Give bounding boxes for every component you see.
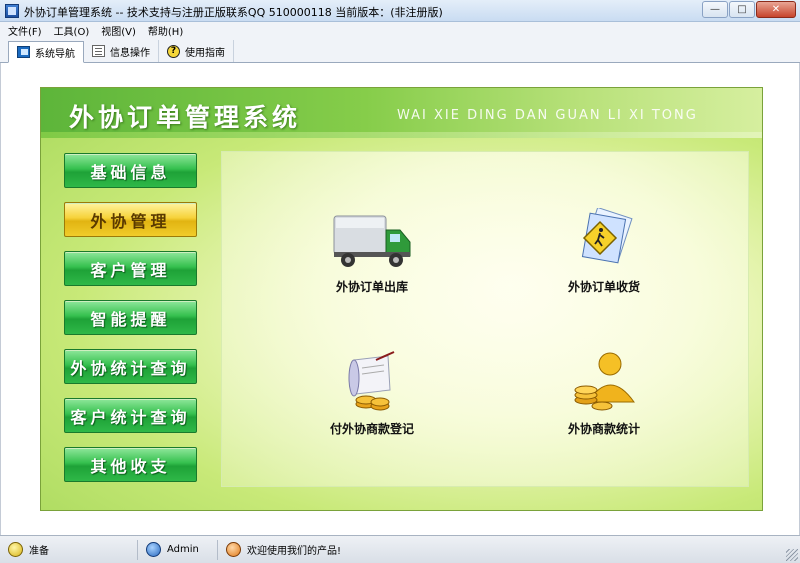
menu-file[interactable]: 文件(F) [8, 23, 42, 38]
menu-view[interactable]: 视图(V) [101, 23, 136, 38]
status-bar: 准备 Admin 欢迎使用我们的产品! [0, 535, 800, 563]
menu-tools[interactable]: 工具(O) [54, 23, 90, 38]
tab-user-guide[interactable]: ? 使用指南 [159, 40, 234, 62]
panel-header: 外协订单管理系统 WAI XIE DING DAN GUAN LI XI TON… [41, 88, 762, 138]
status-user: Admin [138, 539, 218, 560]
ready-icon [8, 542, 23, 557]
status-ready: 准备 [0, 539, 138, 560]
welcome-icon [226, 542, 241, 557]
tab-strip: 系统导航 信息操作 ? 使用指南 [0, 39, 800, 63]
tab-label: 使用指南 [185, 47, 225, 59]
nav-customer-mgmt-button[interactable]: 客户管理 [64, 251, 197, 286]
user-icon [146, 542, 161, 557]
system-pinyin: WAI XIE DING DAN GUAN LI XI TONG [397, 108, 698, 123]
feature-label: 付外协商款登记 [329, 422, 414, 436]
status-welcome-text: 欢迎使用我们的产品! [247, 546, 342, 557]
feature-order-outbound[interactable]: 外协订单出库 [292, 208, 452, 295]
title-bar: 外协订单管理系统 -- 技术支持与注册正版联系QQ 510000118 当前版本… [0, 0, 800, 22]
minimize-button[interactable]: — [702, 1, 728, 18]
nav-basic-info-button[interactable]: 基础信息 [64, 153, 197, 188]
feature-label: 外协订单出库 [335, 280, 408, 294]
tab-label: 系统导航 [35, 48, 75, 60]
info-icon [92, 45, 105, 57]
status-user-text: Admin [167, 544, 199, 555]
tab-info-ops[interactable]: 信息操作 [84, 40, 159, 62]
feature-label: 外协订单收货 [567, 280, 640, 294]
resize-grip-icon[interactable] [786, 549, 798, 561]
truck-icon [332, 208, 412, 272]
nav-outsource-mgmt-button[interactable]: 外协管理 [64, 202, 197, 237]
status-welcome: 欢迎使用我们的产品! [218, 540, 341, 560]
feature-payment-register[interactable]: 付外协商款登记 [292, 350, 452, 437]
status-ready-text: 准备 [29, 546, 49, 557]
nav-outsource-stats-button[interactable]: 外协统计查询 [64, 349, 197, 384]
nav-other-income-button[interactable]: 其他收支 [64, 447, 197, 482]
window-controls: — □ ✕ [702, 1, 796, 18]
client-area: 外协订单管理系统 WAI XIE DING DAN GUAN LI XI TON… [0, 63, 800, 535]
nav-icon [17, 46, 30, 58]
nav-customer-stats-button[interactable]: 客户统计查询 [64, 398, 197, 433]
navigation-panel: 外协订单管理系统 WAI XIE DING DAN GUAN LI XI TON… [40, 87, 763, 511]
feature-payment-stats[interactable]: 外协商款统计 [524, 350, 684, 437]
tab-label: 信息操作 [110, 47, 150, 59]
close-button[interactable]: ✕ [756, 1, 796, 18]
menu-bar: 文件(F) 工具(O) 视图(V) 帮助(H) [0, 22, 800, 39]
app-icon [5, 4, 19, 18]
feature-label: 外协商款统计 [567, 422, 640, 436]
content-area: 外协订单出库 外协订单收货 付外协商款登记 外协商款统计 [221, 151, 749, 487]
tab-system-nav[interactable]: 系统导航 [8, 41, 84, 63]
maximize-button[interactable]: □ [729, 1, 755, 18]
scroll-coins-icon [332, 350, 412, 414]
folder-pedestrian-icon [564, 206, 644, 272]
window-title: 外协订单管理系统 -- 技术支持与注册正版联系QQ 510000118 当前版本… [24, 6, 443, 19]
nav-smart-reminder-button[interactable]: 智能提醒 [64, 300, 197, 335]
feature-order-receive[interactable]: 外协订单收货 [524, 206, 684, 295]
help-icon: ? [167, 44, 180, 58]
menu-help[interactable]: 帮助(H) [148, 23, 183, 38]
system-title: 外协订单管理系统 [69, 103, 302, 132]
person-coins-icon [564, 350, 644, 414]
